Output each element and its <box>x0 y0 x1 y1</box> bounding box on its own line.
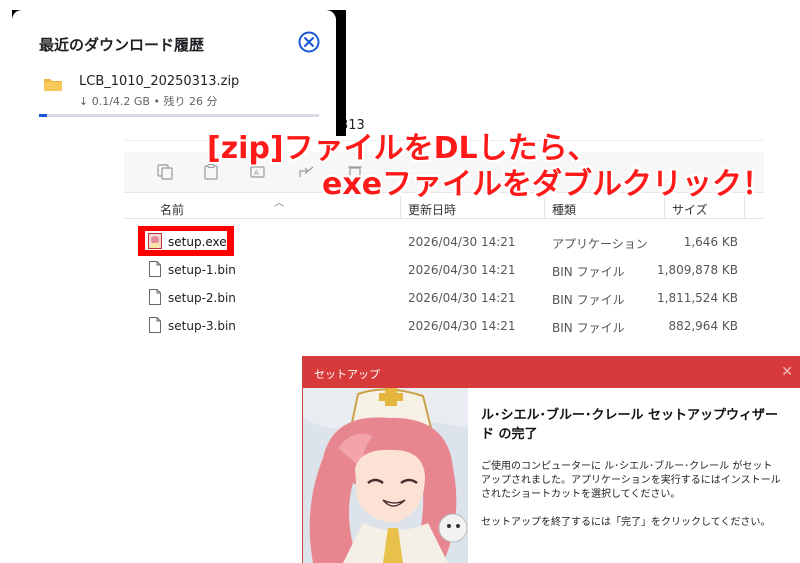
file-row-setup-1-bin[interactable]: setup-1.bin 2026/04/30 14:21 BIN ファイル 1,… <box>124 257 764 283</box>
setup-completion-heading: ル･シエル･ブルー･クレール セットアップウィザード の完了 <box>481 408 779 442</box>
download-status: ↓ 0.1/4.2 GB • 残り 26 分 <box>79 95 218 108</box>
file-date: 2026/04/30 14:21 <box>408 291 516 305</box>
file-type: アプリケーション <box>552 237 648 251</box>
file-size: 1,646 KB <box>683 235 738 249</box>
file-name: setup-3.bin <box>168 319 236 333</box>
download-progress-bar <box>39 114 319 117</box>
highlighted-file-name: setup.exe <box>168 235 227 249</box>
file-name: setup-1.bin <box>168 263 236 277</box>
sort-up-icon: ︿ <box>274 198 284 209</box>
character-illustration <box>303 388 468 563</box>
recent-downloads-panel: 最近のダウンロード履歴 LCB_1010_20250313.zip ↓ 0.1/… <box>12 10 336 136</box>
download-panel-frame: 最近のダウンロード履歴 LCB_1010_20250313.zip ↓ 0.1/… <box>12 10 346 136</box>
rename-icon[interactable]: A <box>250 164 268 180</box>
close-icon[interactable] <box>298 31 320 53</box>
svg-text:A: A <box>254 169 259 177</box>
setup-titlebar: セットアップ ✕ <box>303 356 800 388</box>
download-progress-fill <box>39 114 48 117</box>
file-date: 2026/04/30 14:21 <box>408 319 516 333</box>
file-size: 1,809,878 KB <box>657 263 738 277</box>
file-date: 2026/04/30 14:21 <box>408 235 516 249</box>
copy-icon[interactable] <box>156 164 174 180</box>
share-icon[interactable] <box>298 164 316 180</box>
setup-description: ご使用のコンピューターに ル･シエル･ブルー･クレール がセットアップされました… <box>481 461 781 500</box>
column-size[interactable]: サイズ <box>672 201 708 218</box>
file-date: 2026/04/30 14:21 <box>408 263 516 277</box>
annotation-line-1: [zip]ファイルをDLしたら、 <box>207 131 598 166</box>
setup-finish-instructions: セットアップを終了するには「完了」をクリックしてください。 <box>481 517 771 528</box>
annotation-line-2: exeファイルをダブルクリック！ <box>322 167 773 202</box>
file-size: 1,811,524 KB <box>657 291 738 305</box>
file-icon <box>149 289 161 305</box>
downloads-title: 最近のダウンロード履歴 <box>39 36 205 54</box>
file-type: BIN ファイル <box>552 265 625 279</box>
close-icon[interactable]: ✕ <box>781 364 793 380</box>
file-row-setup-3-bin[interactable]: setup-3.bin 2026/04/30 14:21 BIN ファイル 88… <box>124 313 764 339</box>
file-name: setup-2.bin <box>168 291 236 305</box>
download-file-name[interactable]: LCB_1010_20250313.zip <box>79 74 239 89</box>
file-row-setup-2-bin[interactable]: setup-2.bin 2026/04/30 14:21 BIN ファイル 1,… <box>124 285 764 311</box>
column-date-modified[interactable]: 更新日時 <box>408 201 456 218</box>
paste-icon[interactable] <box>202 164 220 180</box>
column-type[interactable]: 種類 <box>552 201 576 218</box>
file-icon <box>149 261 161 277</box>
folder-icon <box>44 79 62 91</box>
setup-wizard-dialog: セットアップ ✕ ル･シエル･ブルー･クレール セットアップウィザード の完了 … <box>302 356 800 563</box>
setup-title: セットアップ <box>314 368 380 381</box>
file-icon <box>149 317 161 333</box>
file-type: BIN ファイル <box>552 321 625 335</box>
column-name[interactable]: 名前 <box>160 201 184 218</box>
file-size: 882,964 KB <box>668 319 738 333</box>
file-type: BIN ファイル <box>552 293 625 307</box>
setup-exe-app-icon <box>148 233 162 249</box>
